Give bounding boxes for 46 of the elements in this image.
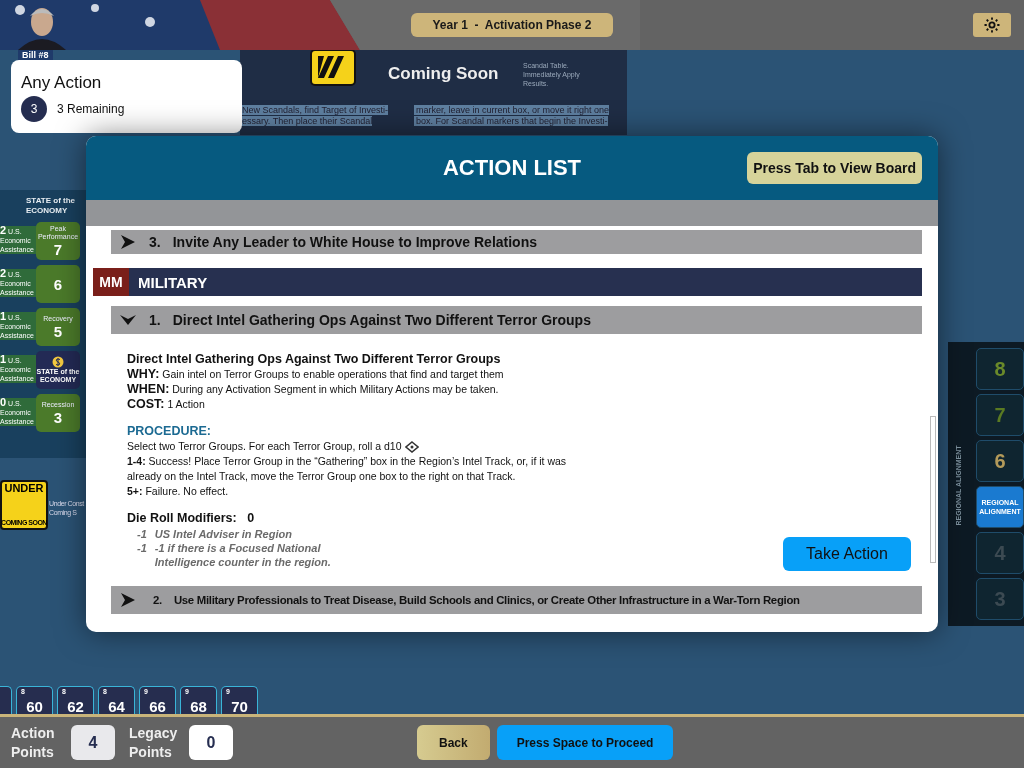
scrollbar[interactable] [930,416,936,563]
phase-label: Year 1 - Activation Phase 2 [410,13,614,37]
alignment-cell: 8 [976,348,1024,390]
dialog-title: ACTION LIST [442,155,582,181]
section-code: MM [93,268,129,296]
modifiers-title: Die Roll Modifiers: 0 [127,511,256,525]
view-board-button[interactable]: Press Tab to View Board [747,152,922,184]
economy-cell: 6 [36,265,80,303]
detail-line: WHEN: During any Activation Segment in which Military Actions may be taken. [127,382,500,397]
back-button[interactable]: Back [417,725,490,760]
settings-button[interactable] [973,13,1011,37]
bill-tag: Bill #8 [18,50,53,60]
procedure-title: PROCEDURE: [127,423,213,439]
action-item[interactable]: 2. Use Military Professionals to Treat Disease, Build Schools and Clinics, or Create Other Infrastructure in a War-Torn Region [111,586,922,614]
action-item[interactable]: 3. Invite Any Leader to White House to Improve Relations [111,230,922,254]
section-title: MILITARY [137,272,208,293]
construction-sign-icon [310,50,356,86]
action-title: Any Action [21,73,102,93]
stat-value: 0 [189,725,233,760]
modifier-line: -1 -1 if there is a Focused National Intelligence counter in the region. [136,541,332,569]
board-text: essary. Then place their Scandal [240,116,373,126]
action-item[interactable]: 1. Direct Intel Gathering Ops Against Two Different Terror Groups [111,306,922,334]
procedure-line: Select two Terror Groups. For each Terror Group, roll a d10 [127,439,597,454]
settings-icon [983,16,1001,34]
coin-icon [52,356,64,368]
action-count: 3 [21,96,47,122]
board-text: New Scandals, find Target of Investi- [240,105,388,115]
stat-label: Legacy Points [129,723,175,762]
stat-value: 4 [71,725,115,760]
detail-line: COST: 1 Action [127,397,206,412]
detail-heading: Direct Intel Gathering Ops Against Two Different Terror Groups [127,352,502,367]
detail-line: WHY: Gain intel on Terror Groups to enable operations that find and target them [127,367,505,382]
take-action-button[interactable]: Take Action [783,537,911,571]
board-text: box. For Scandal markers that begin the Investi- [414,116,608,126]
proceed-button[interactable]: Press Space to Proceed [496,725,674,760]
alignment-cell: 6 [976,440,1024,482]
modifier-line: -1 US Intel Adviser in Region [136,527,292,541]
remaining-label: 3 Remaining [57,102,125,116]
economy-heading: STATE of the ECONOMY [26,196,77,216]
procedure-line: 1-4: Success! Place Terror Group in the “Gathering” box in the Region’s Intel Track, or, if it was already on the Intel Track, move the Terror Group one box to the right on that Track. [127,454,568,484]
board-text: marker, leave in current box, or move it right one [414,105,610,115]
stat-label: Action Points [11,723,56,762]
die-icon [405,441,420,454]
procedure-line: 5+: Failure. No effect. [127,484,230,499]
coming-soon-label: Coming Soon [388,64,499,84]
alignment-cell: 7 [976,394,1024,436]
